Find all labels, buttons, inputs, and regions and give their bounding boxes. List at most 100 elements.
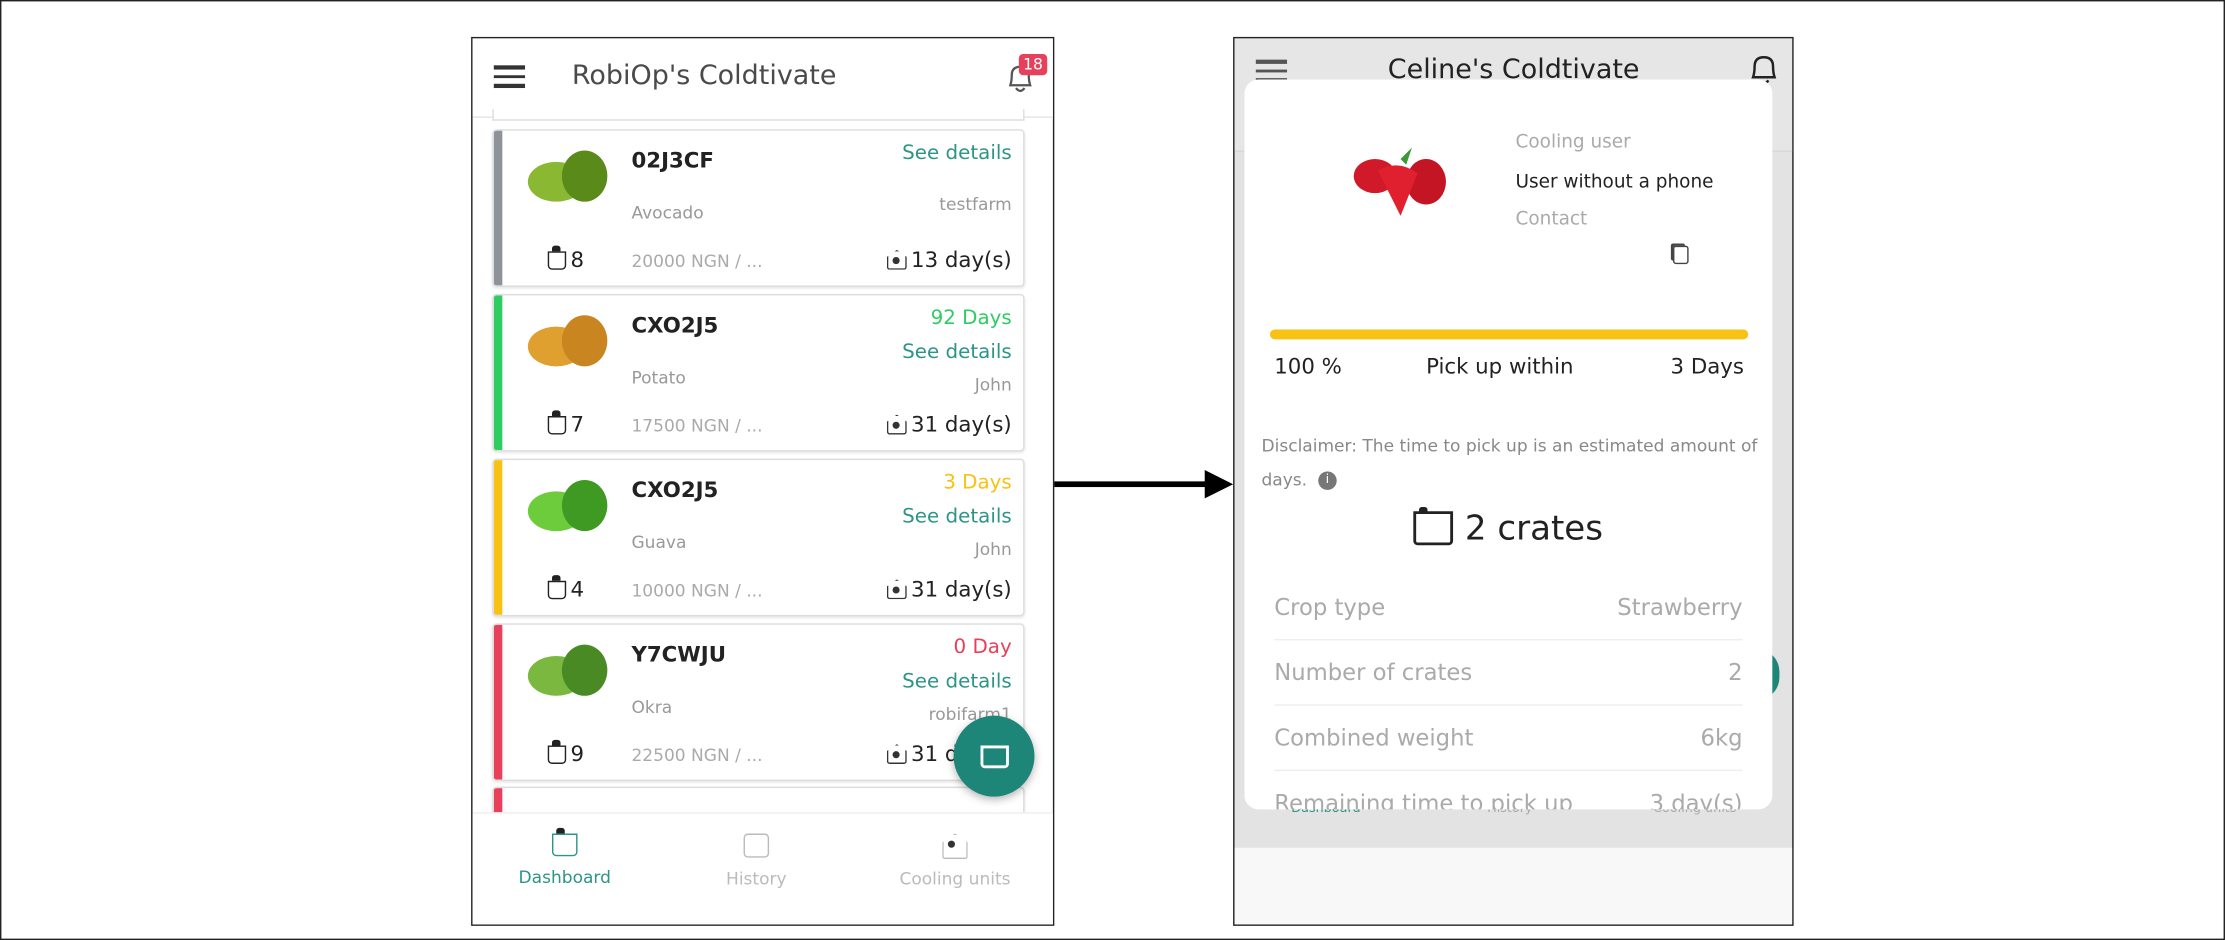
flow-arrow [1054, 481, 1208, 488]
days-remaining: 0 Day [953, 636, 1012, 659]
dashboard-screen: RobiOp's Coldtivate 18 02J3CF Avocado 8 … [471, 36, 1055, 926]
crate-details-modal: Cooling user User without a phone Contac… [1244, 79, 1773, 810]
detail-value: 3 day(s) [1649, 789, 1743, 810]
crop-name: Okra [631, 697, 673, 718]
crate-count: 9 [547, 739, 584, 767]
crate-id: CXO2J5 [631, 312, 719, 338]
pickup-days: 3 Days [1670, 353, 1744, 380]
nav-dashboard[interactable]: Dashboard [508, 827, 622, 888]
crate-count-value: 7 [570, 411, 584, 438]
cooling-duration: 31 day(s) [886, 411, 1012, 438]
cooling-days-value: 13 day(s) [911, 247, 1012, 273]
crate-count-value: 4 [570, 576, 584, 603]
crop-image [519, 636, 618, 710]
crate-id: 02J3CF [631, 147, 714, 174]
detail-row: Crop type Strawberry [1274, 593, 1743, 641]
crate-card[interactable]: Y7CWJU Okra 9 22500 NGN / ... 0 Day See … [492, 623, 1025, 781]
see-details-link[interactable]: See details [902, 142, 1012, 165]
user-name: User without a phone [1515, 171, 1714, 194]
cooling-unit-icon [886, 744, 907, 764]
status-bar [493, 130, 503, 286]
add-crate-fab[interactable] [953, 715, 1035, 797]
farm-name: John [974, 374, 1012, 395]
crate-details-screen: Celine's Coldtivate Dashboard History Co… [1233, 36, 1794, 926]
crate-count-value: 8 [570, 247, 584, 273]
crop-image [519, 471, 618, 545]
app-header: RobiOp's Coldtivate 18 [472, 38, 1053, 118]
hamburger-menu-icon[interactable] [493, 65, 526, 88]
price: 20000 NGN / ... [631, 251, 763, 272]
crate-icon [547, 574, 567, 599]
crate-icon [547, 739, 567, 764]
crate-icon [547, 409, 567, 434]
crate-icon [1413, 506, 1454, 546]
crop-name: Potato [631, 367, 686, 388]
background-footer [1234, 847, 1793, 925]
detail-label: Crop type [1274, 593, 1386, 621]
crate-count: 7 [547, 409, 584, 438]
crate-card[interactable]: 02J3CF Avocado 8 20000 NGN / ... See det… [492, 129, 1025, 287]
crates-summary: 2 crates [1244, 506, 1772, 548]
pickup-progress-bar [1270, 329, 1749, 340]
price: 17500 NGN / ... [631, 416, 763, 436]
cooling-unit-icon [942, 833, 968, 860]
cooling-user-label: Cooling user [1515, 132, 1631, 154]
cooling-unit-icon [886, 579, 907, 600]
status-bar [493, 460, 503, 615]
detail-value: 2 [1728, 658, 1743, 686]
detail-row: Number of crates 2 [1274, 658, 1743, 706]
cooling-duration: 31 day(s) [886, 576, 1012, 603]
detail-value: Strawberry [1617, 593, 1743, 621]
nav-label: Dashboard [518, 867, 611, 888]
calendar-icon [743, 833, 770, 858]
copy-icon[interactable] [1673, 245, 1689, 265]
nav-label: History [726, 869, 787, 889]
crop-name: Avocado [631, 203, 704, 223]
crate-icon [547, 244, 567, 270]
bottom-nav: Dashboard History Cooling units [472, 812, 1053, 925]
farm-name: John [974, 539, 1012, 560]
see-details-link[interactable]: See details [902, 670, 1012, 693]
crate-count: 4 [547, 574, 584, 603]
detail-label: Number of crates [1274, 658, 1473, 686]
see-details-link[interactable]: See details [902, 341, 1012, 364]
days-remaining: 92 Days [930, 306, 1012, 330]
price: 10000 NGN / ... [631, 580, 763, 601]
crop-image [519, 142, 618, 216]
nav-cooling-units[interactable]: Cooling units [877, 833, 1033, 889]
crate-transfer-icon [979, 744, 1009, 768]
cooling-days-value: 31 day(s) [911, 576, 1012, 603]
info-icon[interactable]: i [1318, 471, 1337, 490]
crop-image [519, 307, 618, 381]
status-bar [493, 295, 503, 451]
detail-label: Combined weight [1274, 724, 1474, 752]
card-partial [492, 109, 1025, 121]
days-remaining: 3 Days [943, 471, 1012, 495]
contact-label: Contact [1515, 208, 1588, 231]
crate-id: CXO2J5 [631, 477, 719, 503]
see-details-link[interactable]: See details [902, 506, 1012, 529]
strawberry-image [1344, 133, 1458, 221]
farm-name: testfarm [939, 194, 1012, 215]
detail-row: Remaining time to pick up 3 day(s) [1274, 790, 1742, 810]
cooling-unit-icon [886, 414, 907, 435]
nav-label: Cooling units [899, 869, 1011, 889]
progress-percent: 100 % [1274, 353, 1342, 380]
disclaimer: Disclaimer: The time to pick up is an es… [1261, 429, 1772, 497]
crate-card[interactable]: CXO2J5 Potato 7 17500 NGN / ... 92 Days … [492, 293, 1025, 452]
detail-row: Combined weight 6kg [1274, 724, 1743, 772]
cooling-unit-icon [886, 249, 907, 270]
price: 22500 NGN / ... [631, 745, 763, 766]
crate-card[interactable]: CXO2J5 Guava 4 10000 NGN / ... 3 Days Se… [492, 458, 1025, 617]
crate-id: Y7CWJU [631, 641, 726, 668]
cooling-duration: 13 day(s) [886, 247, 1012, 273]
notification-badge: 18 [1018, 53, 1048, 76]
crate-count-value: 9 [570, 741, 584, 767]
crop-name: Guava [631, 532, 687, 553]
nav-history[interactable]: History [700, 833, 814, 889]
screenshot-canvas: RobiOp's Coldtivate 18 02J3CF Avocado 8 … [0, 0, 2225, 940]
cooling-days-value: 31 day(s) [911, 411, 1012, 438]
arrow-head-icon [1204, 470, 1234, 499]
detail-label: Remaining time to pick up [1274, 789, 1573, 810]
status-bar [493, 624, 503, 780]
